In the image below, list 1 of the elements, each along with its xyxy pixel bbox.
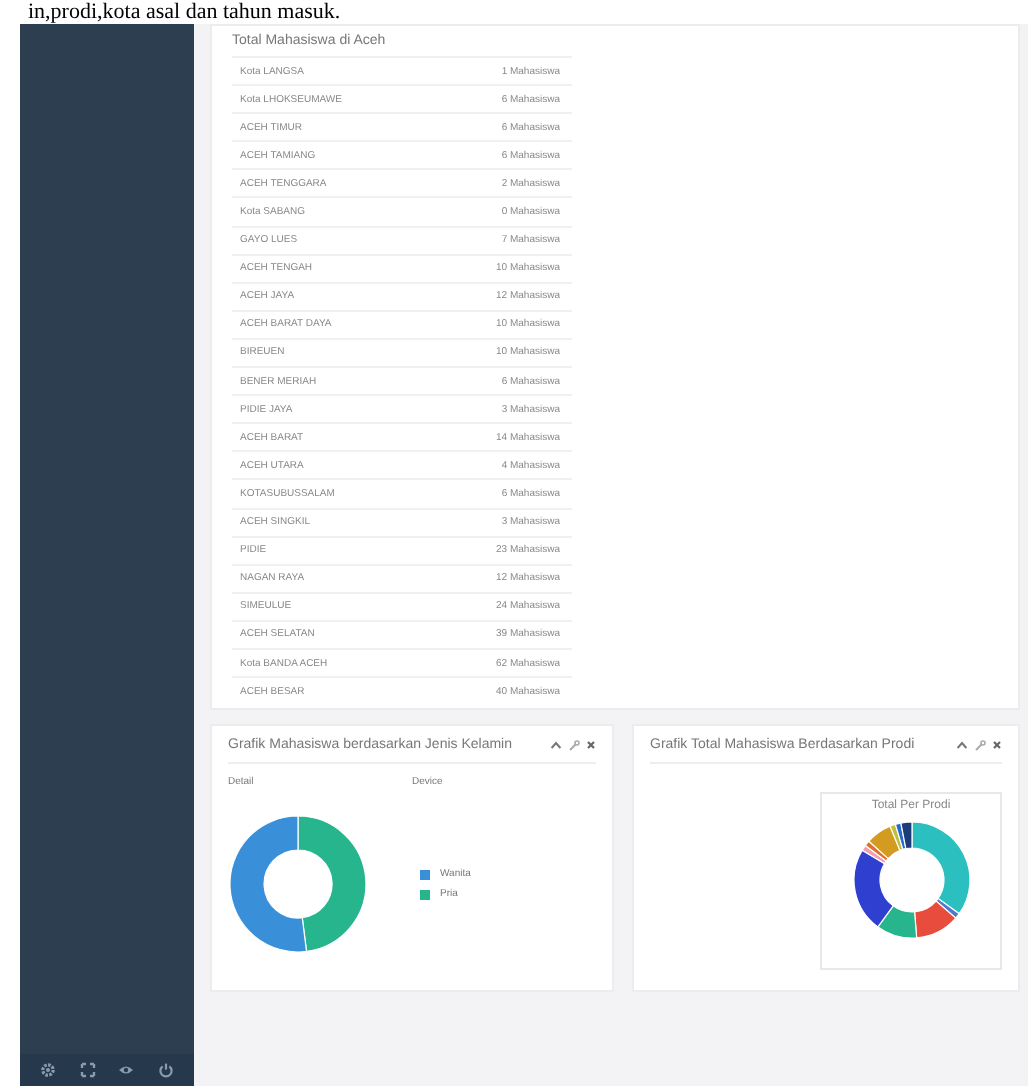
document-text: in,prodi,kota asal dan tahun masuk. bbox=[26, 0, 343, 24]
